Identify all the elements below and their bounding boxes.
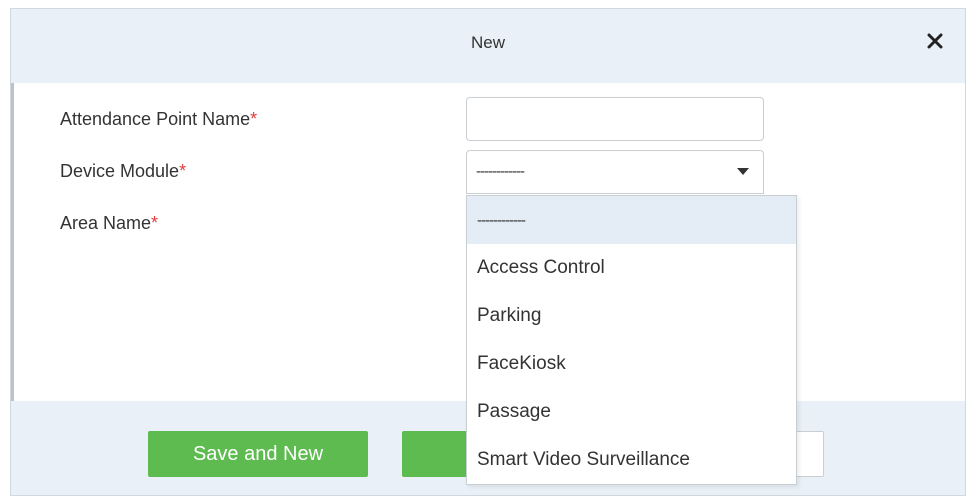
save-and-new-button[interactable]: Save and New bbox=[148, 431, 368, 477]
dropdown-option-passage[interactable]: Passage bbox=[467, 388, 796, 436]
attendance-point-name-label-text: Attendance Point Name bbox=[60, 109, 251, 129]
attendance-point-name-input[interactable] bbox=[466, 97, 764, 141]
device-module-label-text: Device Module bbox=[60, 161, 180, 181]
dialog-title: New bbox=[470, 33, 505, 52]
device-module-dropdown: ------------ Access Control Parking Face… bbox=[466, 195, 797, 485]
device-module-label: Device Module* bbox=[60, 161, 186, 182]
device-module-select[interactable]: ------------ bbox=[466, 150, 764, 194]
ok-button[interactable] bbox=[402, 431, 472, 477]
chevron-down-icon bbox=[737, 168, 749, 175]
dropdown-option-parking[interactable]: Parking bbox=[467, 292, 796, 340]
dialog-header: New bbox=[11, 9, 965, 83]
required-mark: * bbox=[151, 213, 159, 233]
required-mark: * bbox=[179, 161, 187, 181]
close-button[interactable] bbox=[921, 27, 949, 55]
dropdown-option-access-control[interactable]: Access Control bbox=[467, 244, 796, 292]
dropdown-option-facekiosk[interactable]: FaceKiosk bbox=[467, 340, 796, 388]
area-name-label-text: Area Name bbox=[60, 213, 152, 233]
attendance-point-name-label: Attendance Point Name* bbox=[60, 109, 257, 130]
device-module-selected-value: ------------ bbox=[476, 163, 525, 180]
dropdown-option-none[interactable]: ------------ bbox=[467, 196, 796, 244]
area-name-label: Area Name* bbox=[60, 213, 158, 234]
new-dialog: New Attendance Point Name* Device Module… bbox=[10, 8, 966, 496]
dropdown-option-smart-video-surveillance[interactable]: Smart Video Surveillance bbox=[467, 436, 796, 484]
required-mark: * bbox=[250, 109, 258, 129]
close-icon bbox=[927, 33, 943, 49]
